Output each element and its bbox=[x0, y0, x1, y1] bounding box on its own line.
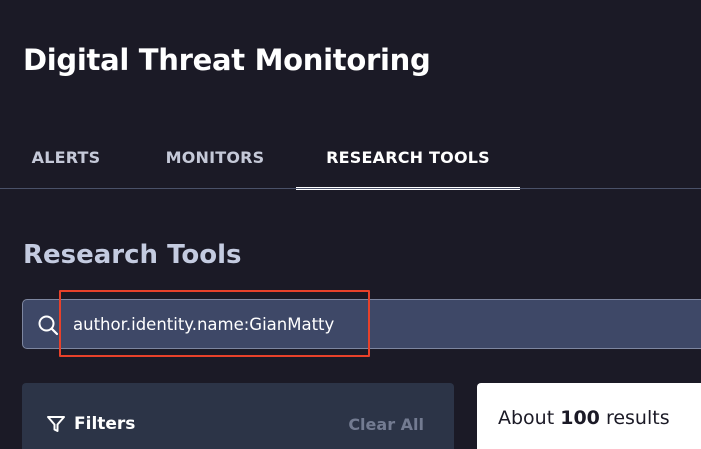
page-title: Digital Threat Monitoring bbox=[23, 43, 431, 77]
results-count: 100 bbox=[560, 407, 600, 429]
filters-label: Filters bbox=[74, 414, 136, 434]
filters-panel: Filters Clear All bbox=[22, 383, 454, 449]
results-prefix: About bbox=[498, 407, 555, 429]
search-input[interactable] bbox=[73, 308, 701, 340]
section-title: Research Tools bbox=[23, 240, 242, 270]
tabs-divider bbox=[0, 188, 701, 189]
tab-monitors[interactable]: MONITORS bbox=[157, 126, 273, 189]
tab-research-tools[interactable]: RESEARCH TOOLS bbox=[296, 126, 520, 189]
clear-all-button[interactable]: Clear All bbox=[348, 415, 424, 434]
results-panel: About 100 results bbox=[477, 383, 701, 449]
filter-icon bbox=[47, 416, 65, 432]
tab-alerts[interactable]: ALERTS bbox=[23, 126, 109, 189]
results-summary: About 100 results bbox=[498, 407, 670, 429]
search-icon bbox=[38, 315, 59, 336]
tab-bar: ALERTS MONITORS RESEARCH TOOLS bbox=[0, 126, 701, 190]
results-suffix: results bbox=[605, 407, 670, 429]
search-bar[interactable] bbox=[22, 299, 701, 349]
page: Digital Threat Monitoring ALERTS MONITOR… bbox=[0, 0, 701, 449]
